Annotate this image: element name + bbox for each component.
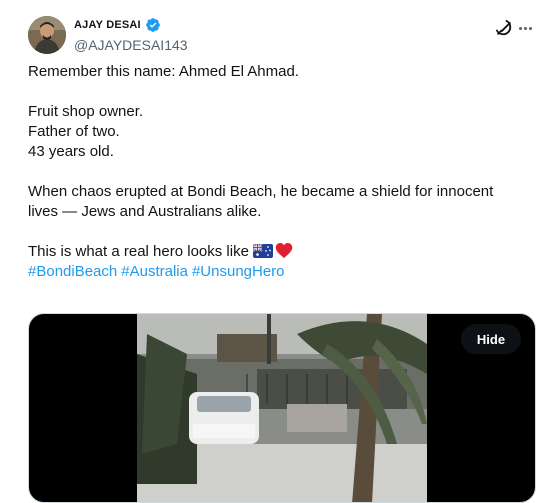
grok-icon[interactable] bbox=[494, 18, 514, 38]
text-line-1: Remember this name: Ahmed El Ahmad. bbox=[28, 63, 299, 80]
hashtags: #BondiBeach #Australia #UnsungHero bbox=[28, 262, 528, 282]
tweet-text: Remember this name: Ahmed El Ahmad. Frui… bbox=[28, 62, 528, 282]
text-line-3: Father of two. bbox=[28, 123, 120, 140]
display-name[interactable]: AJAY DESAI bbox=[74, 19, 141, 31]
red-heart-icon bbox=[275, 242, 293, 259]
author-names: AJAY DESAI @AJAYDESAI143 bbox=[74, 16, 188, 53]
more-icon[interactable] bbox=[516, 20, 534, 36]
hashtag-bondibeach[interactable]: #BondiBeach bbox=[28, 263, 117, 280]
text-line-6: lives — Jews and Australians alike. bbox=[28, 203, 262, 220]
media-container[interactable]: Hide bbox=[28, 313, 536, 503]
display-name-row: AJAY DESAI bbox=[74, 16, 188, 34]
hashtag-australia[interactable]: #Australia bbox=[121, 263, 188, 280]
hide-media-button[interactable]: Hide bbox=[461, 324, 521, 354]
text-line-7-row: This is what a real hero looks like bbox=[28, 242, 528, 262]
text-line-7: This is what a real hero looks like bbox=[28, 243, 249, 260]
verified-badge-icon bbox=[145, 17, 161, 33]
video-frame[interactable] bbox=[137, 314, 427, 502]
avatar[interactable] bbox=[28, 16, 66, 54]
tweet: AJAY DESAI @AJAYDESAI143 Remember this n… bbox=[0, 0, 549, 503]
author-handle[interactable]: @AJAYDESAI143 bbox=[74, 37, 188, 53]
tweet-header: AJAY DESAI @AJAYDESAI143 bbox=[28, 14, 532, 54]
text-line-2: Fruit shop owner. bbox=[28, 103, 144, 120]
text-line-4: 43 years old. bbox=[28, 143, 114, 160]
australia-flag-icon bbox=[252, 243, 273, 258]
text-line-5: When chaos erupted at Bondi Beach, he be… bbox=[28, 183, 494, 200]
hashtag-unsunghero[interactable]: #UnsungHero bbox=[192, 263, 285, 280]
